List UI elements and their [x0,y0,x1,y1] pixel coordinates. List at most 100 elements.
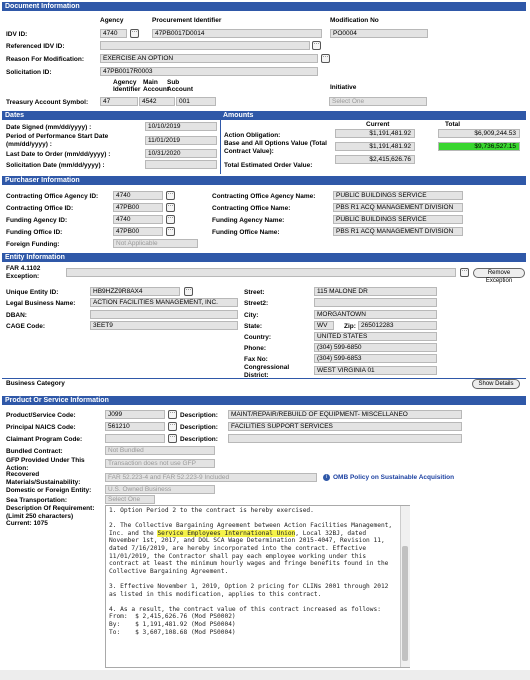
obligation-total-field[interactable]: $6,909,244.53 [438,129,520,138]
omb-policy-link[interactable]: OMB Policy on Sustainable Acquisition [333,474,454,482]
funding-agency-name-field[interactable]: PUBLIC BUILDINGS SERVICE [333,215,463,224]
zip-field[interactable]: 265012283 [358,321,437,330]
far-exception-lookup-icon[interactable]: ··· [460,268,469,277]
page-bottom-bar [0,670,530,680]
claimant-field[interactable] [105,434,165,443]
funding-office-name-field[interactable]: PBS R1 ACQ MANAGEMENT DIVISION [333,227,463,236]
funding-agency-name-label: Funding Agency Name: [212,217,285,224]
foreign-funding-select[interactable]: Not Applicable [113,239,198,248]
uei-lookup-icon[interactable]: ··· [184,287,193,296]
business-category-label: Business Category [6,380,65,387]
foreign-funding-label: Foreign Funding: [6,241,60,248]
solicitation-date-field[interactable] [145,160,217,169]
requirement-text-part2: , Local 32BJ, dated November 1st, 2017, … [109,529,389,636]
street2-field[interactable] [314,298,437,307]
tas-col-sub-header: Sub Account [167,79,193,93]
uei-label: Unique Entity ID: [6,289,59,296]
psc-field[interactable]: J099 [105,410,165,419]
co-agency-name-field[interactable]: PUBLIC BUILDINGS SERVICE [333,191,463,200]
initiative-select[interactable]: Select One [329,97,427,106]
dates-amounts-divider [220,111,221,174]
estimated-current-field[interactable]: $2,415,626.76 [335,155,415,164]
last-date-label: Last Date to Order (mm/dd/yyyy) : [6,151,111,158]
congress-field[interactable]: WEST VIRGINIA 01 [314,366,437,375]
idv-agency-field[interactable]: 4740 [100,29,127,38]
ref-idv-field[interactable] [100,41,310,50]
sea-select[interactable]: Select One [105,495,155,504]
gfp-select[interactable]: Transaction does not use GFP [105,459,215,468]
claimant-lookup-icon[interactable]: ··· [168,434,177,443]
tas-agency-field[interactable]: 47 [100,97,138,106]
bundled-select[interactable]: Not Bundled [105,446,215,455]
idv-procurement-field[interactable]: 47PB0017D0014 [152,29,322,38]
country-field[interactable]: UNITED STATES [314,332,437,341]
pop-start-label: Period of Performance Start Date (mm/dd/… [6,133,109,148]
ref-idv-label: Referenced IDV ID: [6,43,65,50]
phone-field[interactable]: (304) 599-6850 [314,343,437,352]
date-signed-field[interactable]: 10/10/2019 [145,122,217,131]
co-agency-lookup-icon[interactable]: ··· [166,191,175,200]
legal-name-field[interactable]: ACTION FACILITIES MANAGEMENT, INC. [90,298,238,307]
street-label: Street: [244,289,265,296]
tas-sub-field[interactable]: 001 [176,97,216,106]
cage-field[interactable]: 3EET9 [90,321,238,330]
naics-lookup-icon[interactable]: ··· [168,422,177,431]
state-label: State: [244,323,263,330]
solicitation-field[interactable]: 47PB0017R0003 [100,67,318,76]
requirement-scrollbar-thumb[interactable] [402,546,408,661]
domestic-select[interactable]: U.S. Owned Business [105,485,215,494]
country-label: Country: [244,334,272,341]
obligation-current-field[interactable]: $1,191,481.92 [335,129,415,138]
last-date-field[interactable]: 10/31/2020 [145,149,217,158]
initiative-header: Initiative [330,84,357,91]
reason-field[interactable]: EXERCISE AN OPTION [100,54,318,63]
options-current-field[interactable]: $1,191,481.92 [335,142,415,151]
tas-main-field[interactable]: 4542 [139,97,175,106]
info-icon[interactable]: i [323,474,330,481]
claimant-description-label: Description: [180,436,218,443]
section-header-entity: Entity Information [2,253,526,262]
phone-label: Phone: [244,345,267,352]
col-header-modification: Modification No [330,17,379,24]
gfp-label: GFP Provided Under This Action: [6,457,85,472]
funding-office-id-field[interactable]: 47PB00 [113,227,163,236]
naics-field[interactable]: 561210 [105,422,165,431]
funding-office-id-label: Funding Office ID: [6,229,63,236]
naics-label: Principal NAICS Code: [6,424,76,431]
claimant-description-field[interactable] [228,434,462,443]
co-name-field[interactable]: PBS R1 ACQ MANAGEMENT DIVISION [333,203,463,212]
dates-header-label: Dates [5,112,25,119]
psc-description-field[interactable]: MAINT/REPAIR/REBUILD OF EQUIPMENT- MISCE… [228,410,462,419]
naics-description-field[interactable]: FACILITIES SUPPORT SERVICES [228,422,462,431]
ref-idv-lookup-icon[interactable]: ··· [312,41,321,50]
co-agency-id-field[interactable]: 4740 [113,191,163,200]
tas-col-main-header: Main Account [143,79,169,93]
state-field[interactable]: WV [314,321,334,330]
requirement-textarea[interactable]: 1. Option Period 2 to the contract is he… [105,505,410,668]
fax-field[interactable]: (304) 599-6853 [314,354,437,363]
uei-field[interactable]: HB9HZZ9R8AX4 [90,287,180,296]
idv-lookup-icon[interactable]: ··· [130,29,139,38]
solicitation-date-label: Solicitation Date (mm/dd/yyyy) : [6,162,105,169]
amount-total-header: Total [445,121,461,128]
funding-office-lookup-icon[interactable]: ··· [166,227,175,236]
reason-lookup-icon[interactable]: ··· [321,54,330,63]
co-id-field[interactable]: 47PB00 [113,203,163,212]
options-total-field[interactable]: $9,736,527.15 [438,142,520,151]
estimated-label: Total Estimated Order Value: [224,162,313,169]
requirement-scrollbar[interactable] [400,506,410,667]
recovered-select[interactable]: FAR 52.223-4 and FAR 52.223-9 Included [105,473,317,482]
show-details-button[interactable]: Show Details [472,379,520,389]
far-exception-field[interactable] [66,268,456,277]
psc-label: Product/Service Code: [6,412,76,419]
idv-modification-field[interactable]: PO0004 [330,29,428,38]
funding-agency-lookup-icon[interactable]: ··· [166,215,175,224]
dban-field[interactable] [90,310,238,319]
pop-start-field[interactable]: 11/01/2019 [145,136,217,145]
city-field[interactable]: MORGANTOWN [314,310,437,319]
psc-lookup-icon[interactable]: ··· [168,410,177,419]
street-field[interactable]: 115 MALONE DR [314,287,437,296]
remove-exception-button[interactable]: Remove Exception [473,268,525,284]
funding-agency-id-field[interactable]: 4740 [113,215,163,224]
co-id-lookup-icon[interactable]: ··· [166,203,175,212]
